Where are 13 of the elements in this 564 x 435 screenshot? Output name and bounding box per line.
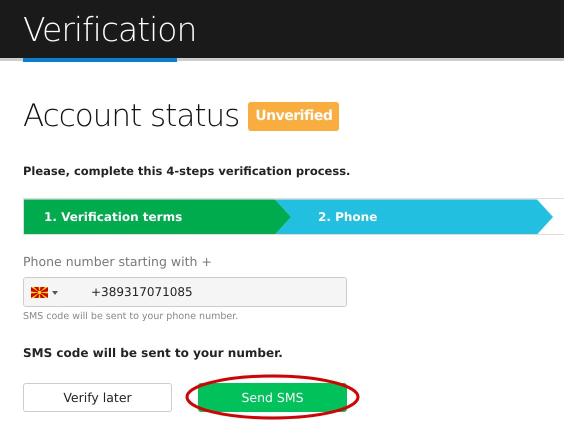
instruction-text: Please, complete this 4-steps verification process. [23, 163, 352, 180]
phone-input-field[interactable]: +389317071085 [23, 277, 347, 308]
flag-icon [31, 287, 48, 298]
notice-text: SMS code will be sent to your number. [23, 345, 284, 362]
field-label: Phone number starting with + [23, 253, 213, 272]
section-heading: Account status [23, 98, 240, 136]
step-item: 1. Verification terms [24, 199, 291, 234]
page-title: Verification [23, 12, 196, 46]
caret-icon[interactable] [52, 290, 58, 295]
status-badge: Unverified [248, 102, 340, 132]
help-text: SMS code will be sent to your phone number. [23, 310, 240, 324]
later-button[interactable]: Verify later [23, 383, 172, 412]
step-item: 2. Phone [275, 199, 553, 234]
